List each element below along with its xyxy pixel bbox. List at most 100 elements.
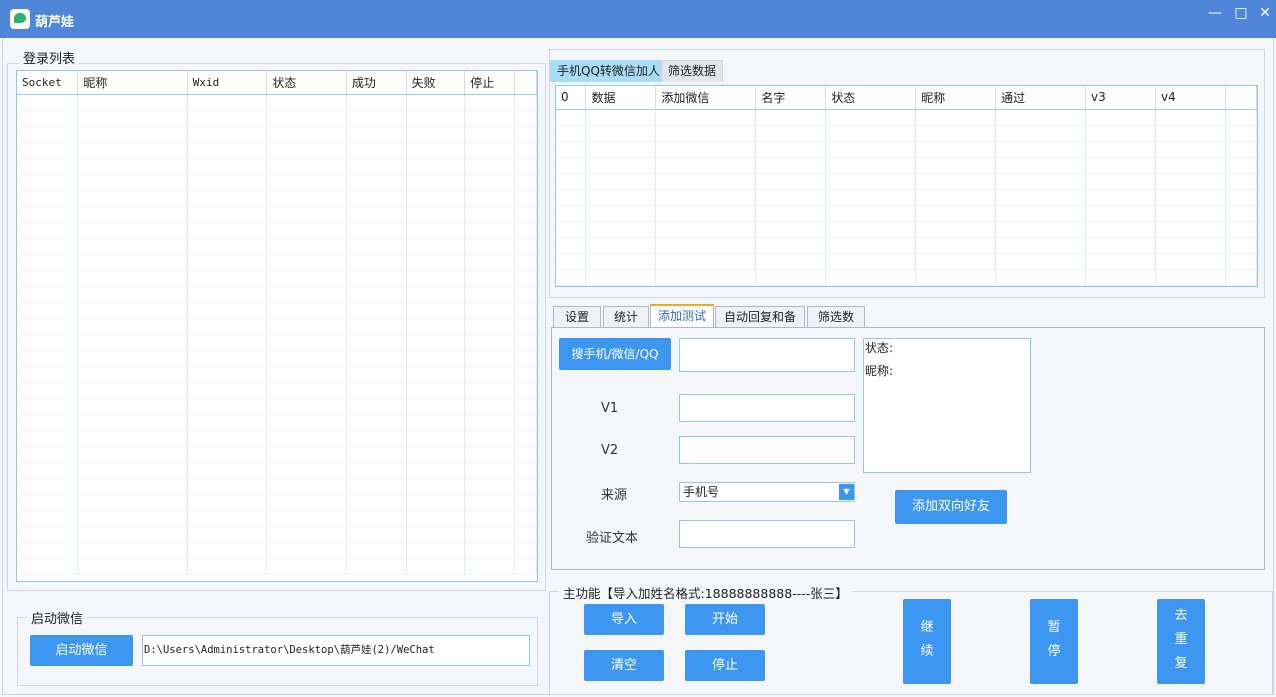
table-row[interactable] [17, 366, 537, 383]
table-cell [187, 238, 268, 255]
table-cell [77, 222, 188, 239]
table-row[interactable] [556, 269, 1257, 286]
status-output-box[interactable]: 状态: 昵称: [863, 338, 1031, 473]
table-cell [187, 366, 268, 383]
table-row[interactable] [556, 141, 1257, 158]
login-list-table[interactable]: Socket 昵称 Wxid 状态 成功 失败 停止 [16, 70, 538, 582]
tab-statistics[interactable]: 统计 [603, 306, 649, 328]
table-row[interactable] [17, 302, 537, 319]
table-row[interactable] [17, 318, 537, 335]
table-row[interactable] [17, 558, 537, 575]
table-row[interactable] [17, 478, 537, 495]
table-cell [655, 221, 757, 238]
column-header[interactable]: 数据 [585, 86, 657, 110]
v1-input[interactable] [679, 394, 855, 422]
table-row[interactable] [556, 253, 1257, 270]
table-row[interactable] [17, 526, 537, 543]
chevron-down-icon[interactable]: ▼ [839, 484, 854, 500]
column-header[interactable]: Socket [17, 71, 79, 95]
data-grid[interactable]: 0 数据 添加微信 名字 状态 昵称 通过 v3 v4 [555, 85, 1258, 287]
clear-button[interactable]: 清空 [584, 650, 664, 681]
column-header[interactable]: 昵称 [915, 86, 997, 110]
table-cell [655, 109, 757, 126]
table-row[interactable] [556, 237, 1257, 254]
start-wechat-button[interactable]: 启动微信 [30, 635, 133, 666]
search-input[interactable] [679, 338, 855, 372]
close-icon[interactable]: ✕ [1250, 3, 1276, 23]
table-row[interactable] [17, 142, 537, 159]
table-row[interactable] [17, 494, 537, 511]
column-header[interactable]: 通过 [995, 86, 1087, 110]
pause-button[interactable]: 暂 停 [1030, 599, 1078, 684]
table-row[interactable] [17, 350, 537, 367]
table-row[interactable] [17, 158, 537, 175]
table-row[interactable] [17, 206, 537, 223]
column-header[interactable]: v4 [1155, 86, 1226, 110]
table-cell [1155, 237, 1226, 254]
table-row[interactable] [556, 173, 1257, 190]
add-mutual-friend-button[interactable]: 添加双向好友 [895, 490, 1007, 524]
table-cell [825, 221, 917, 238]
column-header[interactable]: 0 [556, 86, 587, 110]
column-header[interactable]: 失败 [406, 71, 466, 95]
v2-input[interactable] [679, 436, 855, 464]
source-select[interactable]: 手机号 ▼ [679, 482, 855, 502]
table-row[interactable] [17, 238, 537, 255]
tab-filter-data[interactable]: 筛选数据 [807, 306, 865, 344]
table-row[interactable] [17, 270, 537, 287]
continue-button[interactable]: 继 续 [903, 599, 951, 684]
column-header[interactable]: 状态 [266, 71, 347, 95]
table-row[interactable] [17, 510, 537, 527]
start-button[interactable]: 开始 [685, 604, 765, 635]
tab-filter-data-top[interactable]: 筛选数据 [661, 60, 724, 82]
tab-settings[interactable]: 设置 [553, 306, 601, 328]
wechat-path-input[interactable]: D:\Users\Administrator\Desktop\葫芦娃(2)/We… [142, 635, 530, 666]
column-header[interactable]: 昵称 [77, 71, 188, 95]
table-cell [755, 237, 827, 254]
table-row[interactable] [17, 542, 537, 559]
column-header[interactable]: 添加微信 [655, 86, 757, 110]
table-cell [1155, 253, 1226, 270]
table-row[interactable] [17, 462, 537, 479]
table-row[interactable] [17, 334, 537, 351]
table-row[interactable] [556, 189, 1257, 206]
column-header[interactable]: v3 [1085, 86, 1156, 110]
table-row[interactable] [17, 94, 537, 111]
tab-add-test[interactable]: 添加测试 [650, 304, 714, 329]
stop-button[interactable]: 停止 [685, 650, 765, 681]
table-cell [266, 414, 347, 431]
column-header[interactable]: Wxid [187, 71, 268, 95]
table-row[interactable] [17, 110, 537, 127]
table-row[interactable] [17, 430, 537, 447]
column-header[interactable]: 停止 [464, 71, 516, 95]
verify-text-input[interactable] [679, 520, 855, 548]
column-header[interactable]: 名字 [755, 86, 827, 110]
table-row[interactable] [17, 254, 537, 271]
table-row[interactable] [556, 157, 1257, 174]
column-header[interactable]: 成功 [346, 71, 407, 95]
table-row[interactable] [17, 414, 537, 431]
table-row[interactable] [17, 286, 537, 303]
pause-char-2: 停 [1047, 644, 1061, 659]
dedupe-button[interactable]: 去 重 复 [1157, 599, 1205, 684]
table-cell [77, 110, 188, 127]
tab-qq-to-wechat[interactable]: 手机QQ转微信加人 [550, 60, 667, 82]
table-row[interactable] [556, 109, 1257, 126]
import-button[interactable]: 导入 [584, 604, 664, 635]
table-cell [406, 526, 466, 543]
table-row[interactable] [556, 221, 1257, 238]
table-row[interactable] [17, 446, 537, 463]
table-cell [585, 253, 657, 270]
column-header[interactable]: 状态 [825, 86, 917, 110]
table-row[interactable] [556, 125, 1257, 142]
table-row[interactable] [17, 222, 537, 239]
table-row[interactable] [17, 398, 537, 415]
table-row[interactable] [556, 205, 1257, 222]
search-phone-wechat-qq-button[interactable]: 搜手机/微信/QQ [559, 338, 671, 370]
table-row[interactable] [17, 174, 537, 191]
table-cell [825, 141, 917, 158]
table-row[interactable] [17, 190, 537, 207]
table-row[interactable] [17, 126, 537, 143]
table-row[interactable] [17, 382, 537, 399]
tab-auto-reply[interactable]: 自动回复和备注 [715, 306, 805, 344]
